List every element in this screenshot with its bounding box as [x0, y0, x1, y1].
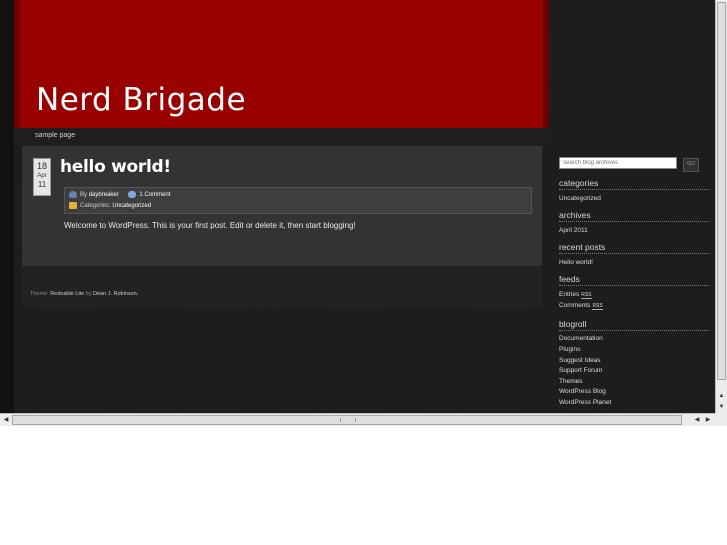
post-body-text: Welcome to WordPress. This is your first…	[64, 221, 356, 230]
rss-badge: RSS	[581, 292, 592, 299]
blogroll-heading: blogroll	[559, 319, 709, 331]
scroll-down-icon[interactable]: ▼	[717, 402, 726, 412]
horizontal-scroll-thumb[interactable]	[12, 415, 682, 425]
comment-icon	[128, 191, 137, 198]
feed-link-comments[interactable]: Comments RSS	[559, 302, 603, 310]
post-meta-category-row: Categories: Uncategorized	[69, 202, 151, 209]
feed-entries-label: Entries	[559, 291, 580, 298]
feeds-heading: feeds	[559, 274, 709, 286]
feed-link-entries[interactable]: Entries RSS	[559, 291, 592, 299]
post-author-link[interactable]: daybreaker	[89, 192, 119, 198]
left-page-strip	[0, 0, 14, 413]
footer-theme-link[interactable]: Redoable Lite	[50, 291, 84, 297]
post-title[interactable]: hello world!	[60, 157, 171, 177]
blogroll-link-suggest-ideas[interactable]: Suggest Ideas	[559, 357, 601, 364]
scroll-left-icon[interactable]: ◀	[692, 415, 702, 425]
post-date-badge: 18 Apr 11	[33, 158, 51, 196]
scroll-left-icon[interactable]: ◀	[1, 415, 11, 425]
by-label: By	[80, 192, 88, 199]
post-date-month: Apr	[37, 173, 47, 179]
post-date-day: 18	[36, 161, 47, 171]
folder-icon	[69, 202, 77, 209]
footer-credits: Theme: Redoable Lite by Dean J. Robinson…	[30, 291, 138, 297]
nav-link-sample-page[interactable]: sample page	[35, 132, 75, 139]
search-button[interactable]: GO	[683, 158, 699, 172]
post-category-link[interactable]: Uncategorized	[112, 203, 151, 209]
post-meta-box: By daybreaker 1 Comment Categories: Unca…	[64, 187, 532, 214]
header-banner: Nerd Brigade	[14, 0, 549, 128]
vertical-scrollbar[interactable]: ▲ ▼	[715, 0, 727, 413]
blogroll-link-wordpress-planet[interactable]: WordPress Planet	[559, 399, 611, 406]
footer-theme-label: Theme:	[30, 291, 49, 297]
page-footer: Theme: Redoable Lite by Dean J. Robinson…	[22, 266, 542, 308]
scrollbar-corner	[715, 413, 727, 426]
rss-badge: RSS	[592, 303, 603, 310]
blogroll-link-support-forum[interactable]: Support Forum	[559, 367, 602, 374]
search-input[interactable]	[559, 157, 677, 169]
categories-heading: categories	[559, 178, 709, 190]
archive-link-april-2011[interactable]: April 2011	[559, 227, 588, 234]
blogroll-link-plugins[interactable]: Plugins	[559, 346, 580, 353]
scroll-right-icon[interactable]: ▶	[703, 415, 713, 425]
site-title[interactable]: Nerd Brigade	[36, 82, 246, 118]
scroll-up-icon[interactable]: ▲	[717, 391, 726, 401]
recent-post-link-hello-world[interactable]: Hello world!	[559, 259, 593, 266]
footer-by-label: by	[85, 291, 92, 297]
post-date-year: 11	[37, 180, 47, 189]
horizontal-scrollbar[interactable]: ◀ ◀ ▶	[0, 413, 715, 426]
post-content-area: 18 Apr 11 hello world! By daybreaker 1 C…	[22, 146, 542, 266]
footer-author-link[interactable]: Dean J. Robinson.	[93, 291, 138, 297]
post-meta-author-row: By daybreaker 1 Comment	[69, 191, 170, 198]
blogroll-link-wordpress-blog[interactable]: WordPress Blog	[559, 388, 606, 395]
feed-comments-label: Comments	[559, 302, 591, 309]
scroll-grip-icon	[340, 418, 356, 422]
blogroll-link-themes[interactable]: Themes	[559, 378, 582, 385]
vertical-scroll-thumb[interactable]	[717, 2, 726, 380]
post-comments-link[interactable]: 1 Comment	[139, 192, 170, 198]
blogroll-link-documentation[interactable]: Documentation	[559, 335, 603, 342]
browser-viewport: Nerd Brigade sample page 18 Apr 11 hello…	[0, 0, 715, 413]
categories-label: Categories:	[80, 203, 111, 210]
archives-heading: archives	[559, 210, 709, 222]
author-icon	[69, 191, 77, 198]
recent-posts-heading: recent posts	[559, 242, 709, 254]
category-link-uncategorized[interactable]: Uncategorized	[559, 195, 601, 202]
navigation-bar: sample page	[14, 128, 549, 146]
